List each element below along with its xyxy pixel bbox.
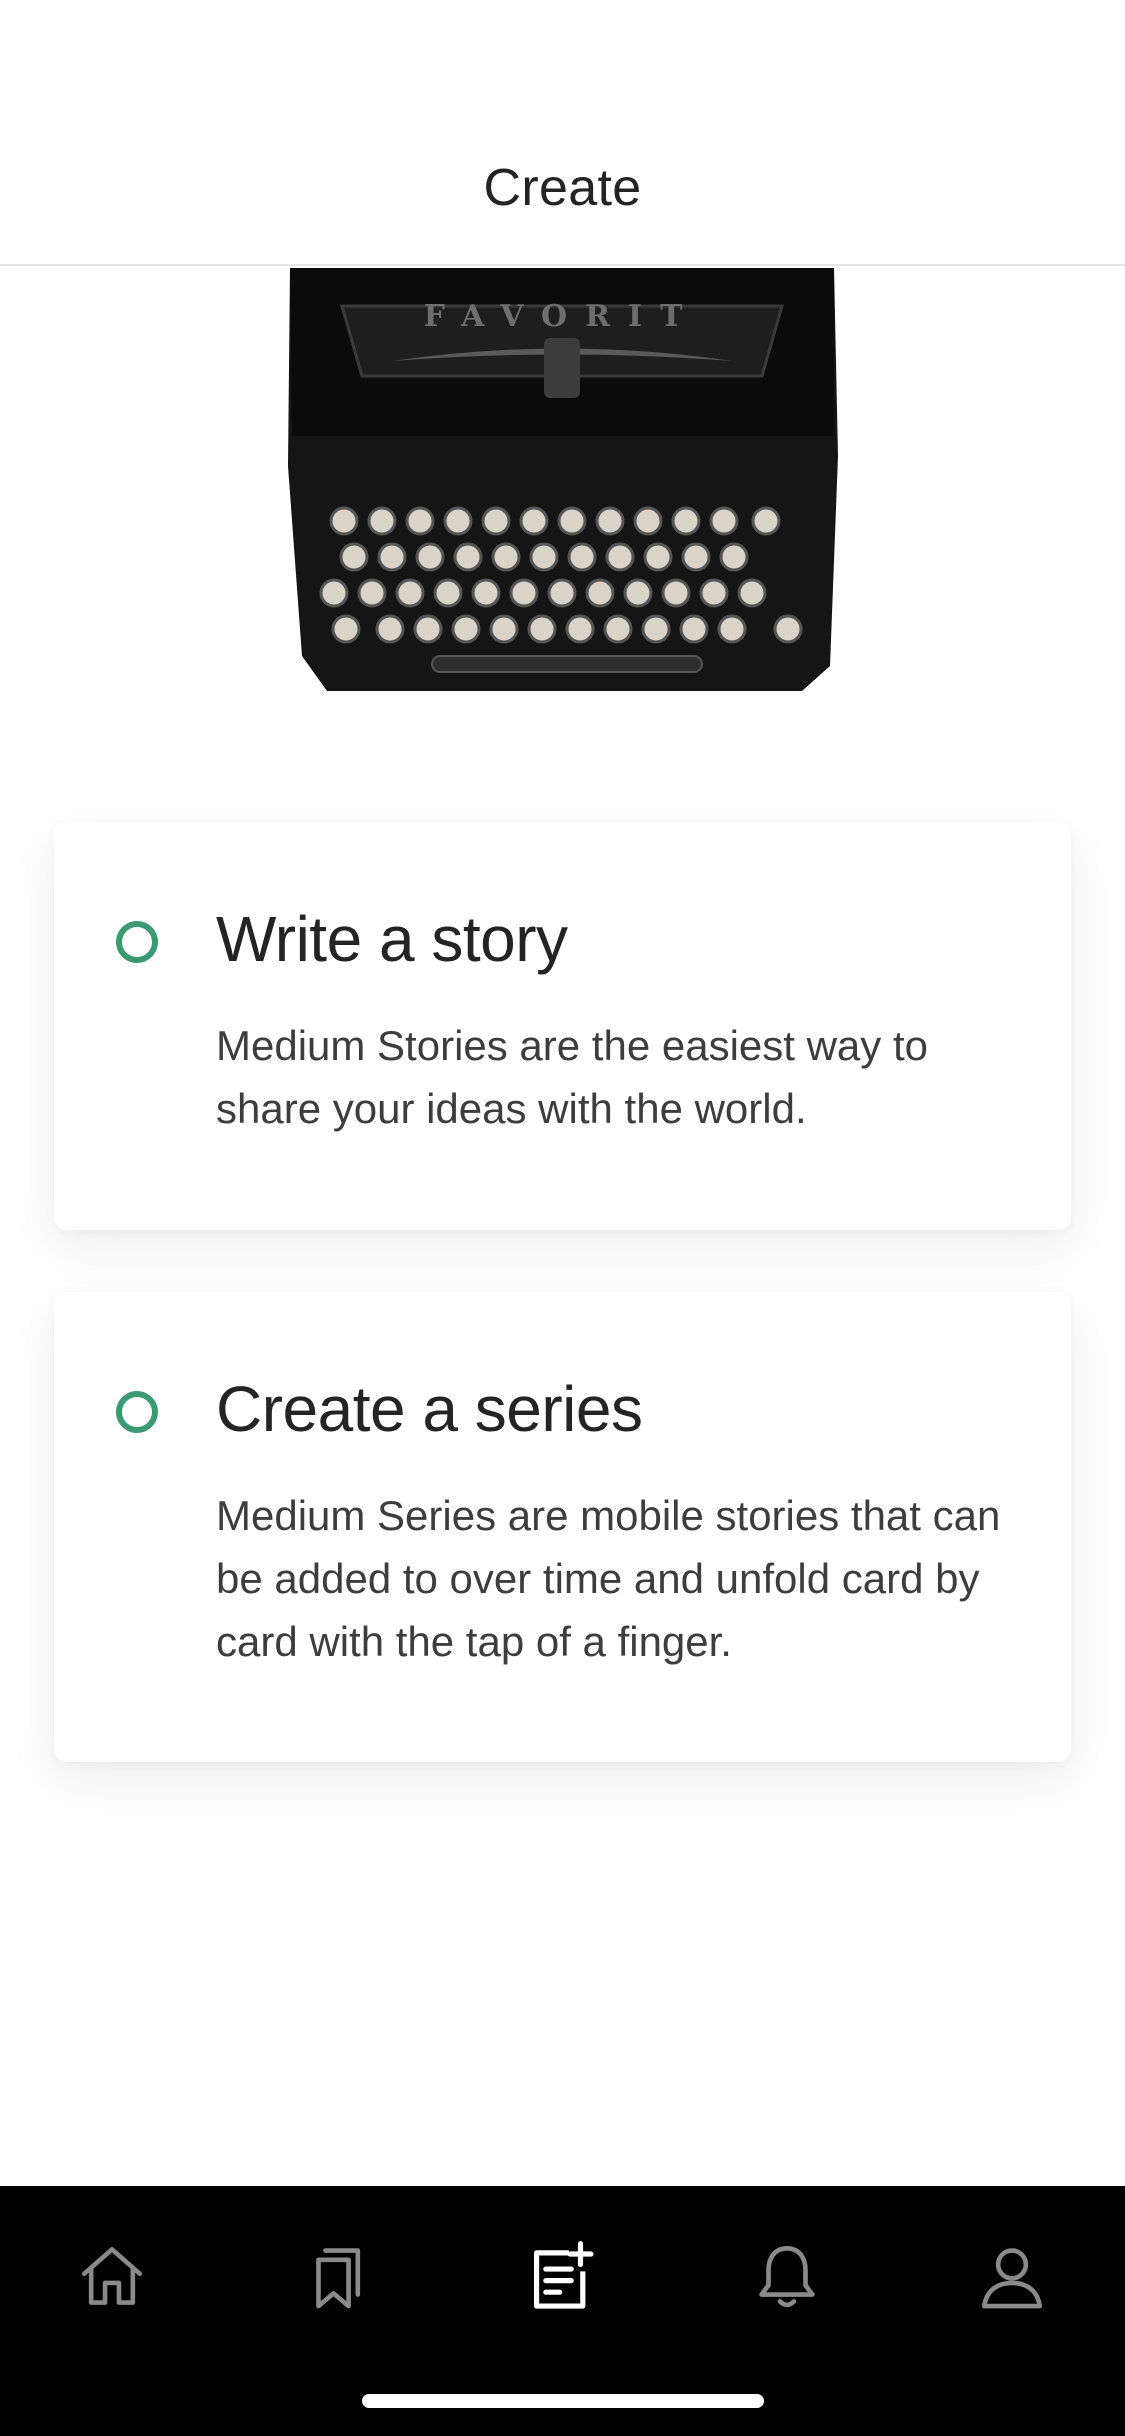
option-description: Medium Stories are the easiest way to sh… bbox=[216, 1022, 928, 1132]
profile-icon bbox=[981, 2248, 1043, 2309]
option-description: Medium Series are mobile stories that ca… bbox=[216, 1492, 1001, 1665]
tab-notifications[interactable] bbox=[737, 2226, 837, 2326]
tab-bookmarks[interactable] bbox=[287, 2226, 387, 2326]
option-title: Write a story bbox=[216, 903, 568, 975]
create-series-option[interactable]: Create a series Medium Series are mobile… bbox=[54, 1292, 1071, 1762]
bookmarks-icon bbox=[316, 2248, 361, 2309]
bell-icon bbox=[759, 2245, 815, 2308]
create-screen: Create FAVORIT Write a story Medium Stor… bbox=[0, 0, 1125, 2436]
typewriter-image: FAVORIT bbox=[288, 268, 838, 691]
home-icon bbox=[81, 2247, 143, 2305]
radio-button[interactable] bbox=[116, 1391, 158, 1433]
option-title: Create a series bbox=[216, 1373, 643, 1445]
typewriter-illustration: FAVORIT bbox=[282, 266, 842, 696]
create-icon bbox=[533, 2241, 594, 2309]
tab-profile[interactable] bbox=[962, 2226, 1062, 2326]
svg-text:FAVORIT: FAVORIT bbox=[424, 299, 701, 334]
radio-button[interactable] bbox=[116, 921, 158, 963]
tab-create[interactable] bbox=[512, 2226, 612, 2326]
header: Create bbox=[0, 0, 1125, 266]
page-title: Create bbox=[483, 159, 642, 217]
write-story-option[interactable]: Write a story Medium Stories are the eas… bbox=[54, 822, 1071, 1230]
tab-home[interactable] bbox=[62, 2226, 162, 2326]
home-indicator[interactable] bbox=[362, 2394, 764, 2408]
